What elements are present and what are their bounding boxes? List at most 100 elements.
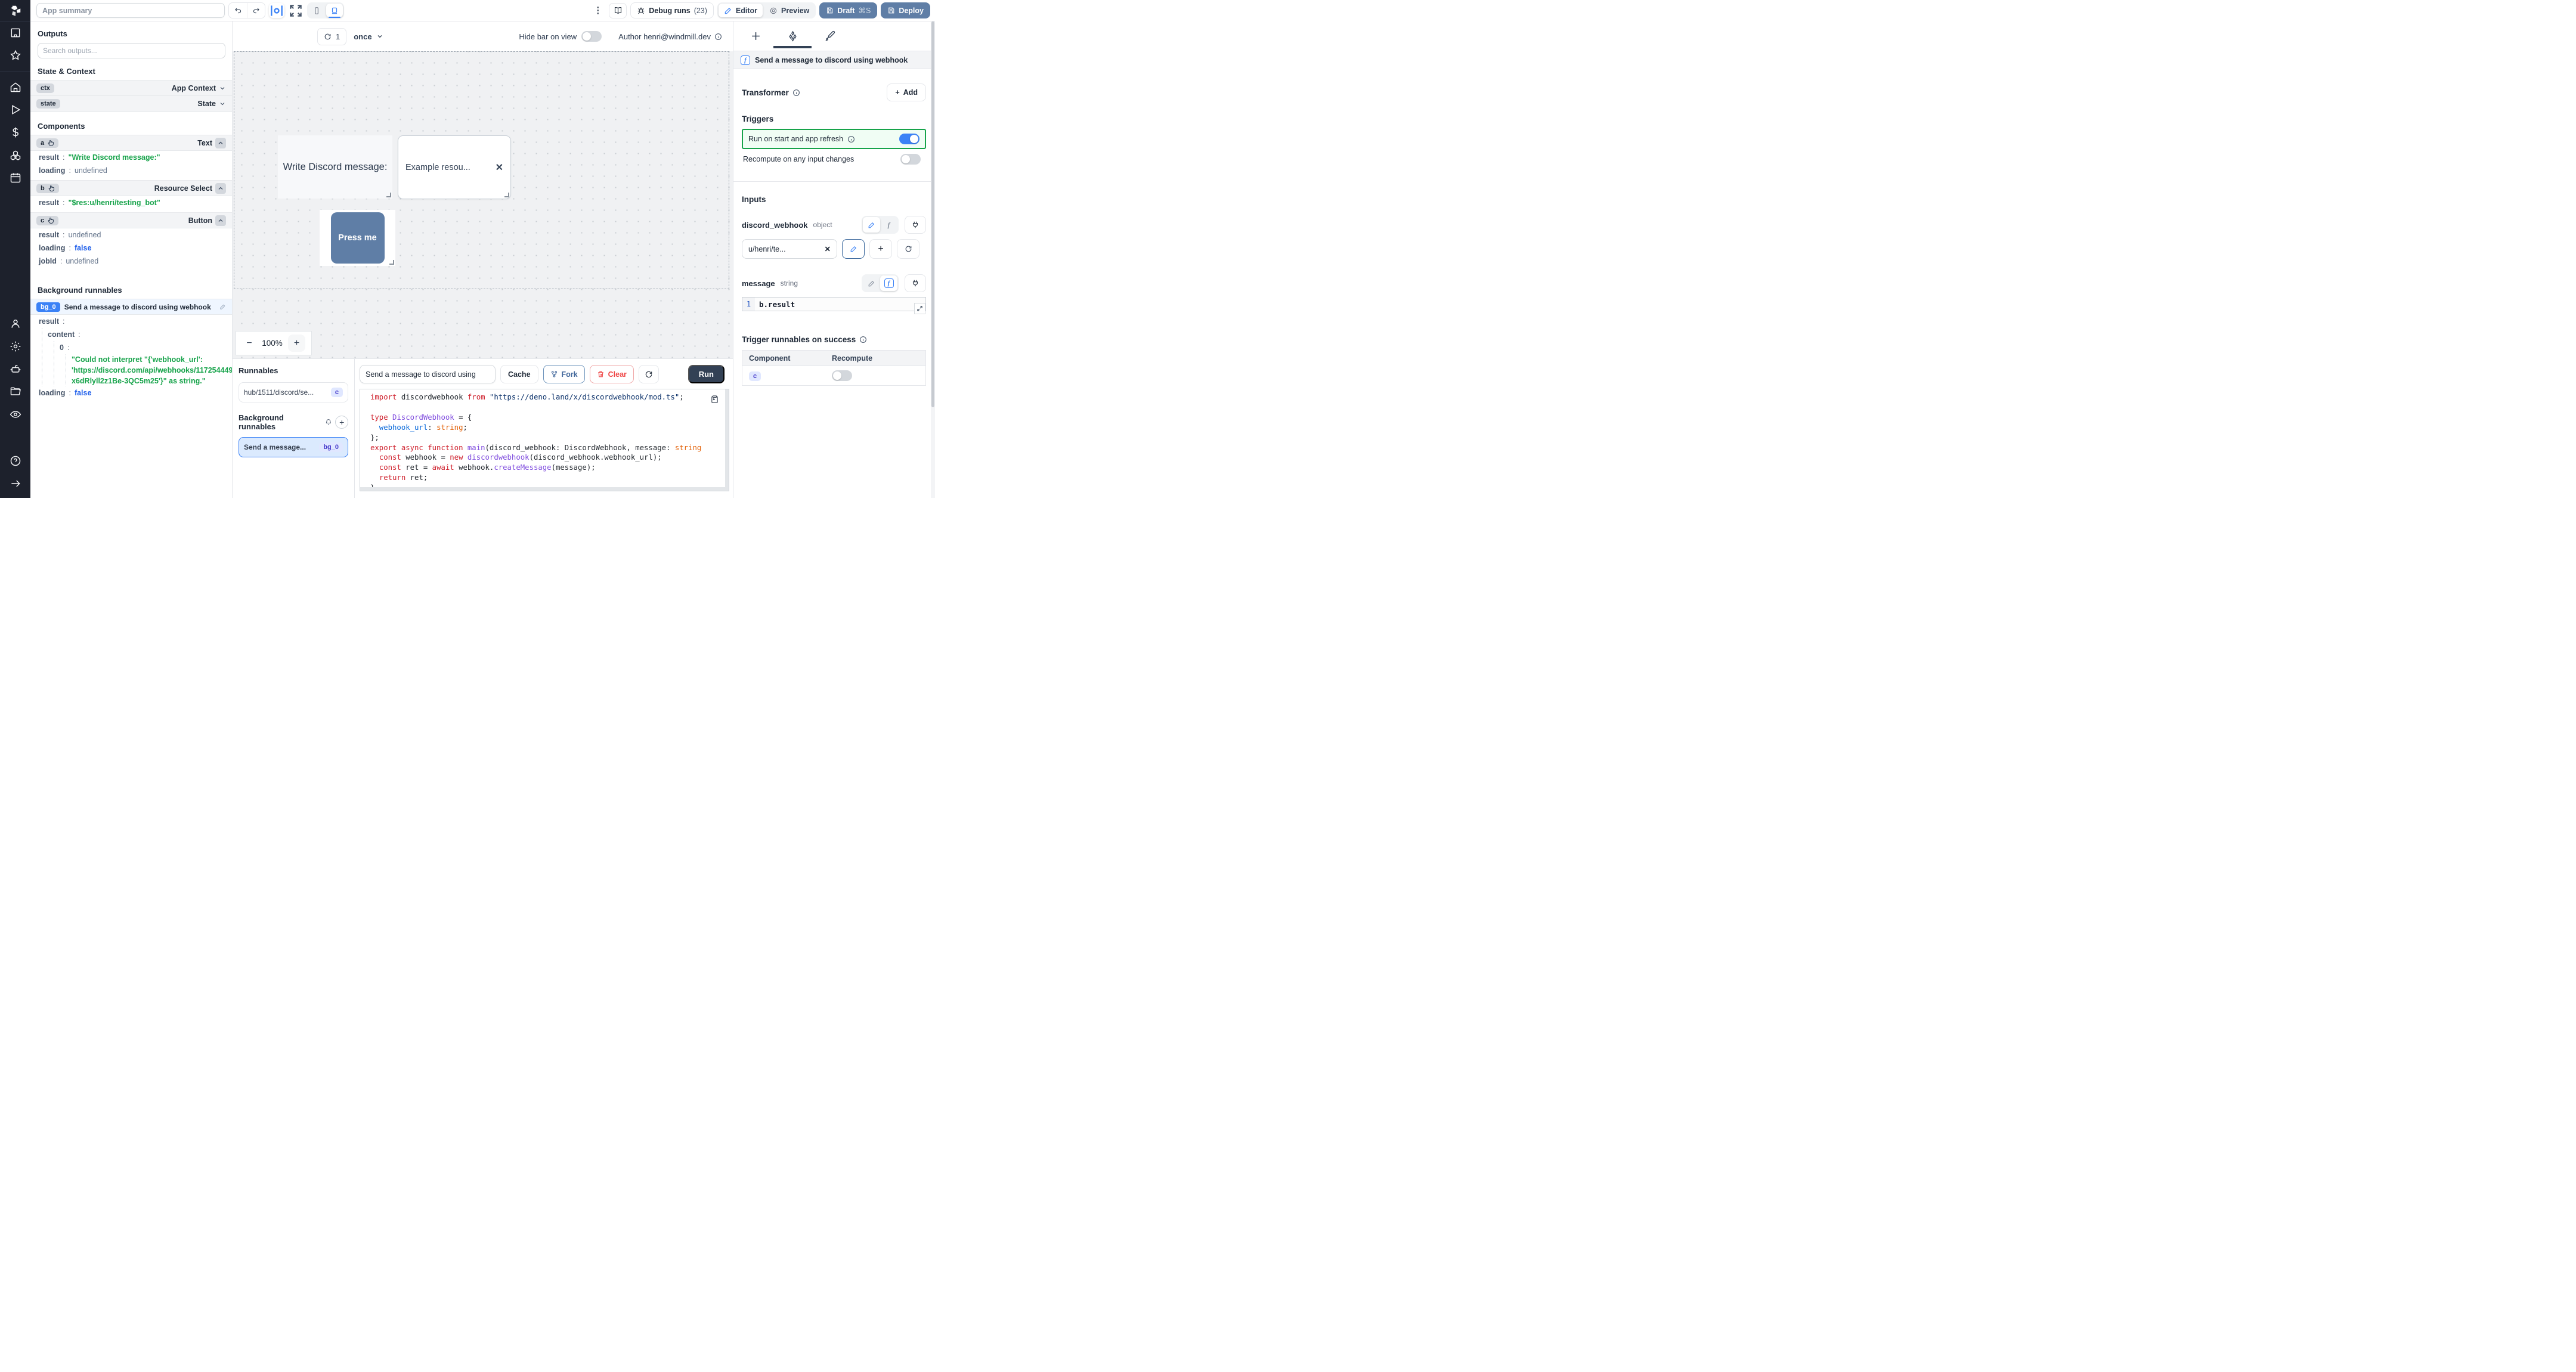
canvas-header: 1 once Hide bar on view Author henri@win… [233,21,733,51]
refresh-mode-dropdown[interactable]: once [354,32,383,41]
app-summary-input[interactable] [36,3,225,18]
script-name-input[interactable] [360,365,496,383]
output-row-ctx[interactable]: ctx App Context [30,80,232,96]
cache-button[interactable]: Cache [500,365,538,383]
center-align-button[interactable] [269,3,284,18]
hide-bar-toggle[interactable] [581,31,602,42]
code-vertical-scrollbar[interactable] [725,389,729,491]
draft-button[interactable]: Draft ⌘S [819,2,878,18]
edit-resource-button[interactable] [842,239,865,259]
runnable-item[interactable]: hub/1511/discord/se... c [239,382,348,402]
folder-icon[interactable] [10,386,21,398]
collapse-a-button[interactable] [215,137,226,148]
tab-editor[interactable]: Editor [718,4,763,17]
code-horizontal-scrollbar[interactable] [360,487,725,491]
clear-button[interactable]: Clear [589,365,634,383]
static-mode-button[interactable] [863,275,880,291]
calendar-icon[interactable] [10,172,21,184]
a-badge: a [41,139,45,147]
star-icon[interactable] [10,49,21,61]
recompute-toggle[interactable] [900,154,921,165]
robot-icon[interactable] [10,363,21,375]
eye-icon[interactable] [10,408,21,420]
tab-component-settings[interactable] [773,30,812,48]
outputs-search-input[interactable] [38,43,225,58]
static-mode-button[interactable] [863,217,880,233]
add-transformer-button[interactable]: + Add [887,83,926,101]
dollar-icon[interactable] [10,126,21,138]
component-row-a[interactable]: a Text [30,135,232,151]
resource-select[interactable]: u/henri/te... ✕ [742,239,837,259]
undo-button[interactable] [229,3,247,18]
redo-button[interactable] [247,3,265,18]
hand-pointer-icon [48,185,54,191]
building-icon[interactable] [10,27,21,39]
zoom-in-button[interactable]: + [288,335,305,352]
collapse-arrow-icon[interactable] [10,478,21,490]
add-background-runnable-button[interactable]: + [335,416,348,429]
ctx-type-label: App Context [171,83,216,92]
expand-editor-button[interactable] [914,303,925,314]
b-badge: b [41,184,45,192]
windmill-logo[interactable] [0,0,30,21]
refresh-resource-button[interactable] [897,239,919,259]
tab-theme[interactable] [823,30,836,43]
collapse-b-button[interactable] [215,182,226,194]
gear-icon[interactable] [10,340,21,352]
docs-button[interactable] [609,2,627,18]
debug-runs-button[interactable]: Debug runs (23) [630,2,714,18]
user-icon[interactable] [10,318,21,330]
connect-input-button[interactable] [905,216,926,234]
resource-select-component[interactable]: Example resou... ✕ [398,135,511,199]
background-runnable-name: Send a message... [244,443,306,451]
kebab-menu-icon[interactable]: ⋮ [590,6,605,15]
home-icon[interactable] [10,81,21,93]
fork-button[interactable]: Fork [543,365,585,383]
resize-handle[interactable] [504,193,509,197]
collapse-c-button[interactable] [215,215,226,226]
cubes-icon[interactable] [10,149,21,161]
message-expression-editor[interactable]: 1 b.result [742,297,926,314]
eval-mode-button[interactable]: f [880,217,897,233]
component-row-b[interactable]: b Resource Select [30,180,232,196]
component-c-badge: c [749,371,761,381]
eval-mode-button[interactable]: f [880,275,897,291]
topbar: ⋮ Debug runs (23) Editor Preview Draft [30,0,935,21]
tab-insert-component[interactable] [749,30,762,43]
play-icon[interactable] [10,104,21,116]
clear-selection-icon[interactable]: ✕ [496,162,503,174]
desktop-view-button[interactable] [326,4,343,18]
refresh-count-button[interactable]: 1 [317,27,347,45]
mobile-view-button[interactable] [308,4,325,17]
row-recompute-toggle[interactable] [832,370,852,381]
background-runnable-row[interactable]: bg_0 Send a message to discord using web… [30,299,232,315]
add-resource-button[interactable]: + [869,239,892,259]
text-component[interactable]: Write Discord message: [278,135,392,199]
copy-code-icon[interactable] [710,395,719,404]
runnable-path: hub/1511/discord/se... [244,388,314,397]
help-icon[interactable] [10,455,21,467]
run-on-start-toggle[interactable] [899,134,919,144]
deploy-button[interactable]: Deploy [881,2,930,18]
output-row-state[interactable]: state State [30,96,232,112]
connect-input-button[interactable] [905,274,926,292]
app-canvas[interactable]: Write Discord message: Example resou... … [233,51,733,358]
fullscreen-button[interactable] [288,3,304,18]
resize-handle[interactable] [389,260,394,265]
selected-runnable-title: Send a message to discord using webhook [755,55,908,64]
chevron-up-icon [218,141,223,144]
run-button[interactable]: Run [688,365,724,383]
trigger-success-title: Trigger runnables on success [742,335,856,344]
background-runnable-item-selected[interactable]: Send a message... bg_0 [239,437,348,457]
page-scrollbar[interactable] [931,21,935,498]
zoom-out-button[interactable]: − [242,338,256,349]
clear-resource-icon[interactable]: ✕ [825,244,831,253]
left-nav-rail [0,0,30,498]
tab-preview[interactable]: Preview [764,4,815,17]
component-row-c[interactable]: c Button [30,212,232,228]
resize-handle[interactable] [386,193,391,197]
reload-script-button[interactable] [638,365,659,383]
press-me-button[interactable]: Press me [330,212,385,264]
code-editor[interactable]: import discordwebhook from "https://deno… [360,389,729,491]
state-badge: state [36,99,60,109]
